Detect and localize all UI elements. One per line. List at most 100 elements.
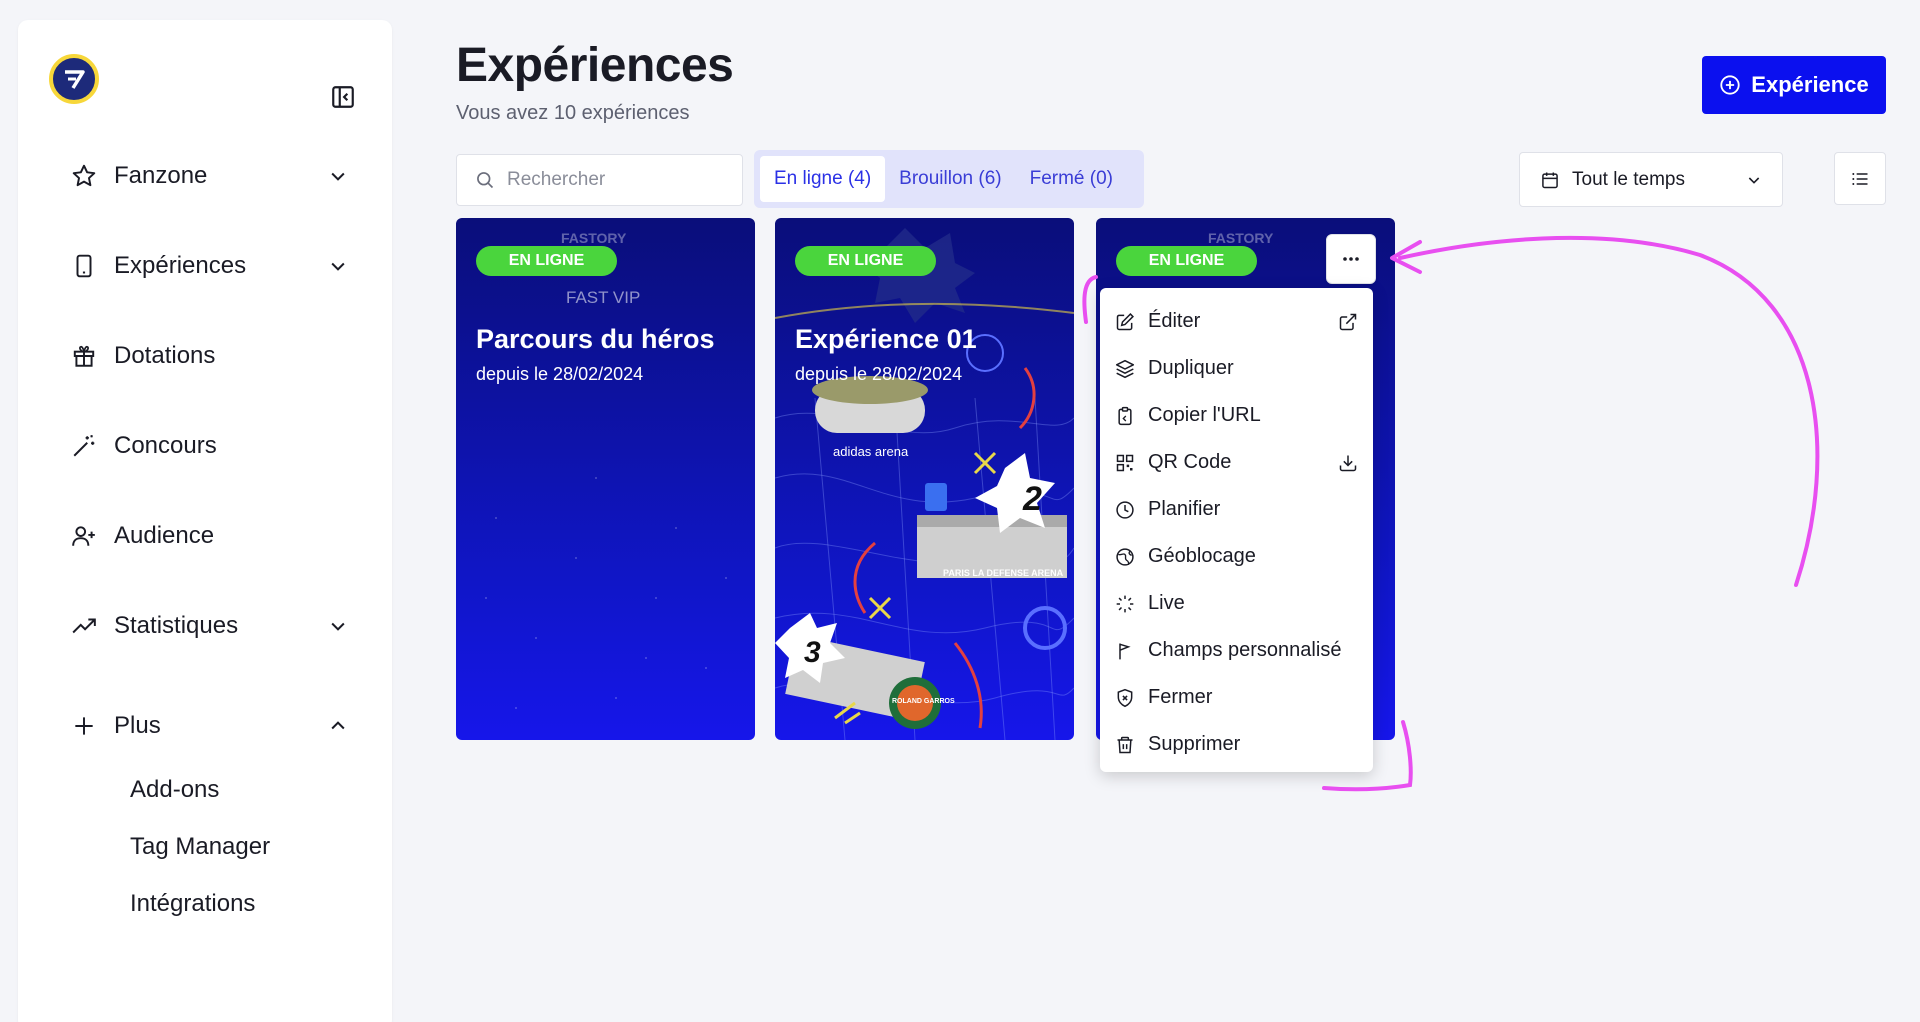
edit-icon	[1114, 311, 1136, 333]
card-date: depuis le 28/02/2024	[795, 364, 963, 384]
card-more-options-button[interactable]	[1326, 234, 1376, 284]
plus-circle-icon	[1720, 75, 1740, 95]
tab-ferme[interactable]: Fermé (0)	[1016, 156, 1127, 202]
globe-icon	[1114, 546, 1136, 568]
sidebar-item-label: Expériences	[114, 252, 247, 279]
menu-item-champs-personnalise[interactable]: Champs personnalisé	[1100, 627, 1373, 674]
menu-item-geoblocage[interactable]: Géoblocage	[1100, 533, 1373, 580]
number-3-badge: 3	[804, 636, 821, 669]
menu-item-label: Éditer	[1148, 310, 1201, 332]
menu-item-label: Supprimer	[1148, 733, 1241, 755]
sidebar-item-label: Statistiques	[114, 612, 239, 639]
sidebar-item-label: Plus	[114, 712, 161, 739]
menu-item-live[interactable]: Live	[1100, 580, 1373, 627]
card-title: Expérience 01	[795, 324, 977, 354]
sidebar-item-concours[interactable]: Concours	[70, 426, 350, 466]
sidebar-subitem-integrations[interactable]: Intégrations	[130, 890, 255, 918]
list-icon	[1852, 172, 1868, 185]
card-title: Parcours du héros	[476, 324, 715, 354]
annotation-bracket-top	[1082, 275, 1098, 324]
date-range-select[interactable]: Tout le temps	[1519, 152, 1783, 207]
search-box[interactable]	[456, 154, 743, 206]
card-context-menu: Éditer Dupliquer Copier l'URL QR Code Pl…	[1100, 288, 1373, 772]
sidebar-subitem-addons[interactable]: Add-ons	[130, 776, 219, 804]
external-link-icon	[1337, 311, 1359, 333]
chevron-down-icon	[326, 164, 350, 188]
star-icon	[70, 162, 98, 190]
menu-item-label: Fermer	[1148, 686, 1213, 708]
menu-item-editer[interactable]: Éditer	[1100, 298, 1373, 345]
sidebar-item-dotations[interactable]: Dotations	[70, 336, 350, 376]
chevron-up-icon	[326, 714, 350, 738]
venue-label-adidas-arena: adidas arena	[833, 444, 909, 459]
app-logo[interactable]	[49, 54, 99, 104]
search-input[interactable]	[507, 169, 737, 191]
clipboard-icon	[1114, 405, 1136, 427]
new-experience-label: Expérience	[1751, 72, 1869, 97]
annotation-curve-arrow	[1398, 235, 1820, 587]
card-date: depuis le 28/02/2024	[476, 364, 644, 384]
number-2-badge: 2	[1023, 480, 1042, 518]
sidebar-collapse-icon	[332, 86, 354, 108]
gift-icon	[70, 342, 98, 370]
experience-card[interactable]: EN LIGNE Expérience 01 depuis le 28/02/2…	[775, 218, 1074, 740]
venue-label-paris-la-defense-arena: PARIS LA DEFENSE ARENA	[943, 568, 1064, 578]
menu-item-label: Copier l'URL	[1148, 404, 1261, 426]
sidebar-item-label: Audience	[114, 522, 215, 549]
sidebar-item-statistiques[interactable]: Statistiques	[70, 606, 350, 646]
card-subtitle: FAST VIP	[566, 288, 641, 307]
more-horizontal-icon	[1343, 257, 1359, 261]
card-brand: FASTORY	[1208, 230, 1274, 246]
menu-item-supprimer[interactable]: Supprimer	[1100, 721, 1373, 768]
search-icon	[477, 172, 494, 189]
sidebar-item-audience[interactable]: Audience	[70, 516, 350, 556]
logo-mark-icon	[65, 70, 85, 89]
experience-card[interactable]: FASTORY EN LIGNE FAST VIP Parcours du hé…	[456, 218, 755, 740]
flag-icon	[1114, 640, 1136, 662]
clock-icon	[1114, 499, 1136, 521]
date-range-value: Tout le temps	[1572, 168, 1685, 190]
sidebar: Fanzone Expériences Dotations Concours A…	[18, 20, 392, 1022]
tab-brouillon[interactable]: Brouillon (6)	[885, 156, 1015, 202]
menu-item-qr-code[interactable]: QR Code	[1100, 439, 1373, 486]
page-subtitle: Vous avez 10 expériences	[456, 102, 690, 124]
sidebar-item-fanzone[interactable]: Fanzone	[70, 156, 350, 196]
menu-item-dupliquer[interactable]: Dupliquer	[1100, 345, 1373, 392]
smartphone-icon	[70, 252, 98, 280]
qr-code-icon	[1114, 452, 1136, 474]
menu-item-label: Live	[1148, 592, 1185, 614]
menu-item-planifier[interactable]: Planifier	[1100, 486, 1373, 533]
card-brand: FASTORY	[561, 230, 627, 246]
shield-x-icon	[1114, 687, 1136, 709]
magic-wand-icon	[70, 432, 98, 460]
calendar-icon	[1542, 172, 1558, 188]
sidebar-subitem-tag-manager[interactable]: Tag Manager	[130, 833, 270, 861]
menu-item-label: Géoblocage	[1148, 545, 1256, 567]
chevron-down-icon	[326, 254, 350, 278]
tab-en-ligne[interactable]: En ligne (4)	[760, 156, 886, 202]
download-icon	[1337, 452, 1359, 474]
user-plus-icon	[70, 522, 98, 550]
menu-item-label: Champs personnalisé	[1148, 639, 1342, 661]
menu-item-copier-url[interactable]: Copier l'URL	[1100, 392, 1373, 439]
menu-item-label: Dupliquer	[1148, 357, 1234, 379]
list-view-button[interactable]	[1834, 152, 1886, 205]
new-experience-button[interactable]: Expérience	[1702, 56, 1886, 114]
collapse-sidebar-button[interactable]	[330, 84, 356, 110]
status-badge: EN LIGNE	[795, 246, 936, 276]
sidebar-item-label: Fanzone	[114, 162, 208, 189]
menu-item-label: QR Code	[1148, 451, 1232, 473]
plus-icon	[70, 712, 98, 740]
menu-item-label: Planifier	[1148, 498, 1221, 520]
layers-icon	[1114, 358, 1136, 380]
annotation-arrowhead	[1390, 240, 1422, 274]
trash-icon	[1114, 734, 1136, 756]
sidebar-item-plus[interactable]: Plus	[70, 706, 350, 746]
chevron-down-icon	[1748, 176, 1760, 184]
sidebar-item-experiences[interactable]: Expériences	[70, 246, 350, 286]
sidebar-item-label: Concours	[114, 432, 217, 459]
status-badge: EN LIGNE	[476, 246, 617, 276]
status-badge: EN LIGNE	[1116, 246, 1257, 276]
menu-item-fermer[interactable]: Fermer	[1100, 674, 1373, 721]
venue-label-roland-garros: ROLAND GARROS	[892, 698, 955, 705]
